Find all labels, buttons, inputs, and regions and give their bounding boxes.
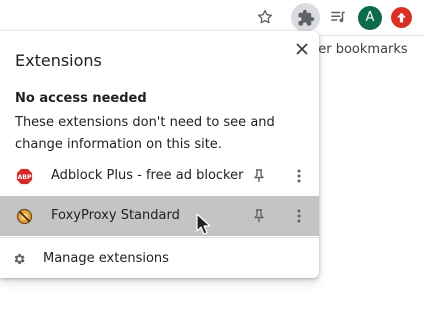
extensions-puzzle-button[interactable]: [291, 3, 320, 32]
manage-extensions-label: Manage extensions: [43, 251, 169, 266]
close-icon: [296, 43, 308, 55]
popup-title: Extensions: [15, 51, 102, 70]
extension-row-foxyproxy[interactable]: FoxyProxy Standard: [0, 196, 319, 236]
extension-name: FoxyProxy Standard: [51, 208, 180, 223]
more-options-button[interactable]: [290, 166, 308, 186]
pin-button[interactable]: [250, 166, 268, 186]
foxyproxy-icon: [16, 208, 33, 225]
pin-icon: [254, 169, 264, 182]
mouse-cursor-icon: [196, 213, 212, 235]
media-control-icon[interactable]: [326, 5, 350, 29]
more-vert-icon: [297, 169, 301, 183]
gear-icon: [12, 251, 26, 265]
pin-button[interactable]: [250, 206, 268, 226]
section-heading: No access needed: [15, 91, 147, 106]
extension-name: Adblock Plus - free ad blocker: [51, 168, 244, 183]
extensions-popup: Extensions No access needed These extens…: [0, 31, 319, 278]
avatar[interactable]: A: [358, 6, 382, 30]
star-icon[interactable]: [253, 5, 277, 29]
more-options-button[interactable]: [290, 206, 308, 226]
update-icon[interactable]: [391, 7, 412, 28]
manage-extensions-button[interactable]: Manage extensions: [0, 238, 319, 278]
browser-toolbar: A: [0, 0, 424, 35]
puzzle-icon: [298, 9, 314, 25]
other-bookmarks-folder[interactable]: her bookmarks: [310, 42, 408, 57]
more-vert-icon: [297, 209, 301, 223]
close-button[interactable]: [292, 39, 312, 59]
section-description: These extensions don't need to see and c…: [15, 115, 275, 152]
extension-row-adblock-plus[interactable]: ABP Adblock Plus - free ad blocker: [0, 156, 319, 196]
avatar-letter: A: [365, 10, 375, 25]
adblock-plus-icon: ABP: [16, 168, 33, 185]
pin-icon: [254, 209, 264, 222]
svg-text:ABP: ABP: [17, 174, 32, 181]
